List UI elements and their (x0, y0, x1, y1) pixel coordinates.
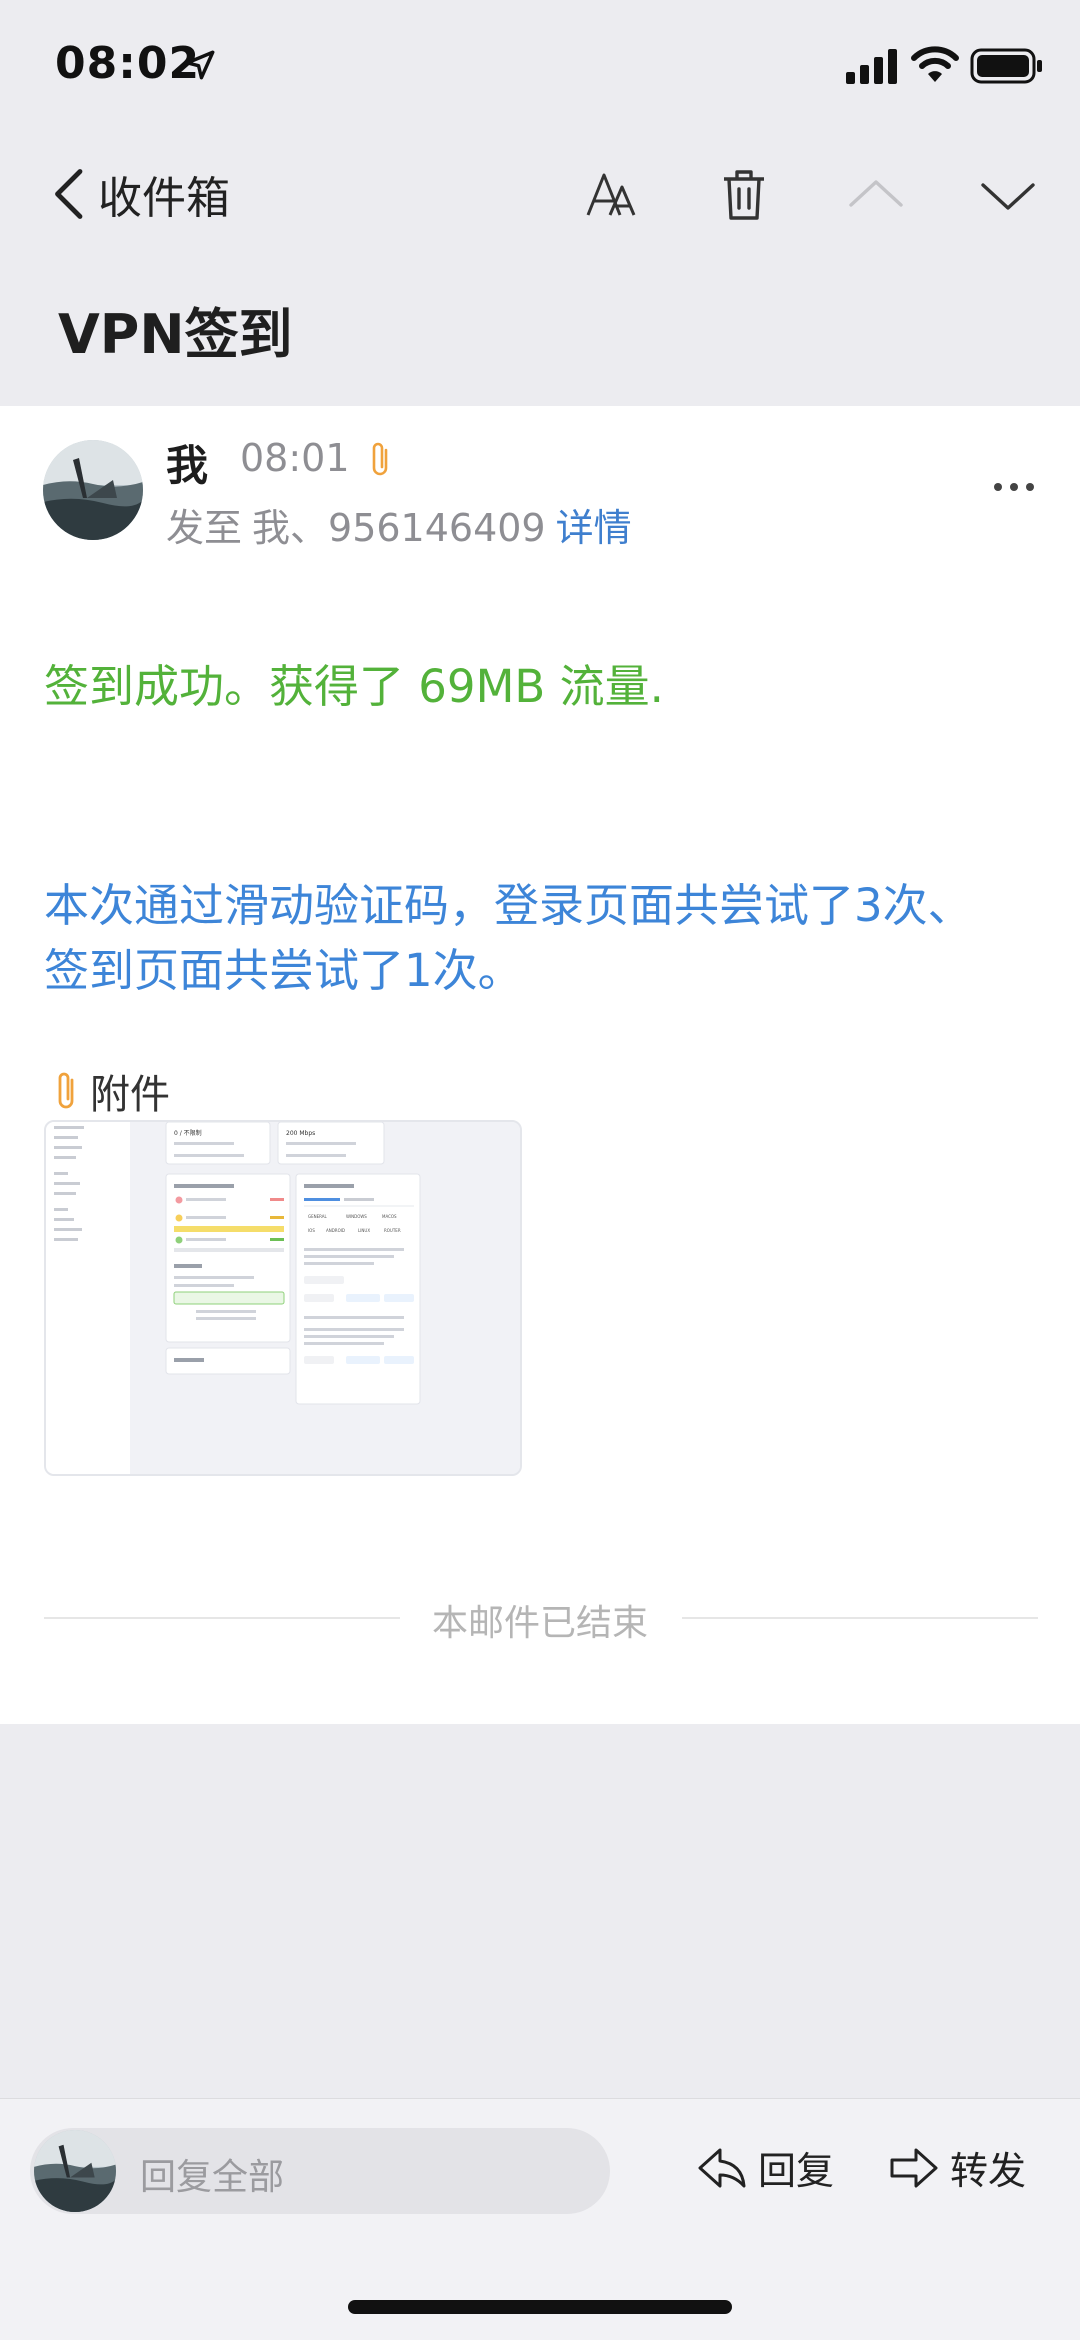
thumb-text-6: IOS (308, 1228, 315, 1233)
thumb-text-3: GENERAL (308, 1214, 328, 1219)
nav-bar: 收件箱 (0, 140, 1080, 250)
status-time: 08:02 (55, 38, 201, 89)
recipients-line: 发至 我、956146409 详情 (166, 497, 632, 552)
reply-avatar (34, 2130, 116, 2212)
avatar-image (43, 440, 143, 540)
font-size-icon[interactable] (582, 165, 642, 225)
end-of-mail-notice: 本邮件已结束 (431, 1603, 648, 1644)
thumb-text-4: WINDOWS (346, 1214, 367, 1219)
avatar-image (34, 2130, 116, 2212)
attachments-header: 附件 (54, 1062, 170, 1120)
back-label: 收件箱 (98, 173, 230, 224)
battery-icon (970, 48, 1042, 84)
details-link[interactable]: 详情 (556, 497, 632, 552)
attachment-thumbnail[interactable]: 0 / 不限制 200 Mbps GENERAL WINDOWS MACOS I… (44, 1120, 522, 1476)
to-prefix: 发至 (166, 506, 243, 550)
thumb-text-2: 200 Mbps (286, 1130, 315, 1137)
thumb-text-8: LINUX (358, 1228, 370, 1233)
attachment-preview-image: 0 / 不限制 200 Mbps GENERAL WINDOWS MACOS I… (46, 1122, 520, 1474)
more-icon[interactable] (990, 472, 1038, 502)
sender-name[interactable]: 我 (166, 432, 208, 493)
sent-time: 08:01 (240, 436, 350, 480)
reply-all-button[interactable] (30, 2128, 610, 2214)
thumb-text-5: MACOS (382, 1214, 397, 1219)
reply-all-label[interactable]: 回复全部 (140, 2148, 284, 2200)
attachments-label: 附件 (90, 1072, 170, 1118)
sender-avatar[interactable] (43, 440, 143, 540)
thumb-text-9: ROUTER (384, 1228, 401, 1233)
trash-icon[interactable] (714, 165, 774, 225)
back-button[interactable]: 收件箱 (50, 162, 230, 226)
home-indicator[interactable] (348, 2300, 732, 2314)
next-mail-icon[interactable] (978, 165, 1038, 225)
mail-subject: VPN签到 (58, 303, 293, 366)
forward-button[interactable]: 转发 (888, 2140, 1026, 2195)
location-arrow-icon (185, 50, 215, 80)
previous-mail-icon[interactable] (846, 165, 906, 225)
reply-button[interactable]: 回复 (696, 2140, 834, 2195)
chevron-left-icon (55, 169, 83, 219)
status-bar: 08:02 (0, 0, 1080, 130)
paperclip-icon (58, 1072, 74, 1109)
wifi-icon (911, 46, 959, 82)
message-success: 签到成功。获得了 69MB 流量. (44, 660, 664, 713)
forward-arrow-icon (890, 2148, 938, 2187)
cellular-signal-icon (846, 49, 897, 84)
reply-arrow-icon (698, 2148, 746, 2187)
thumb-text-1: 0 / 不限制 (174, 1129, 202, 1137)
attachment-clip-icon (372, 442, 388, 476)
message-detail: 本次通过滑动验证码，登录页面共尝试了3次、签到页面共尝试了1次。 (44, 879, 973, 997)
thumb-text-7: ANDROID (326, 1228, 345, 1233)
recipients: 我、956146409 (252, 506, 546, 550)
forward-label: 转发 (950, 2149, 1027, 2193)
reply-label: 回复 (758, 2149, 835, 2193)
